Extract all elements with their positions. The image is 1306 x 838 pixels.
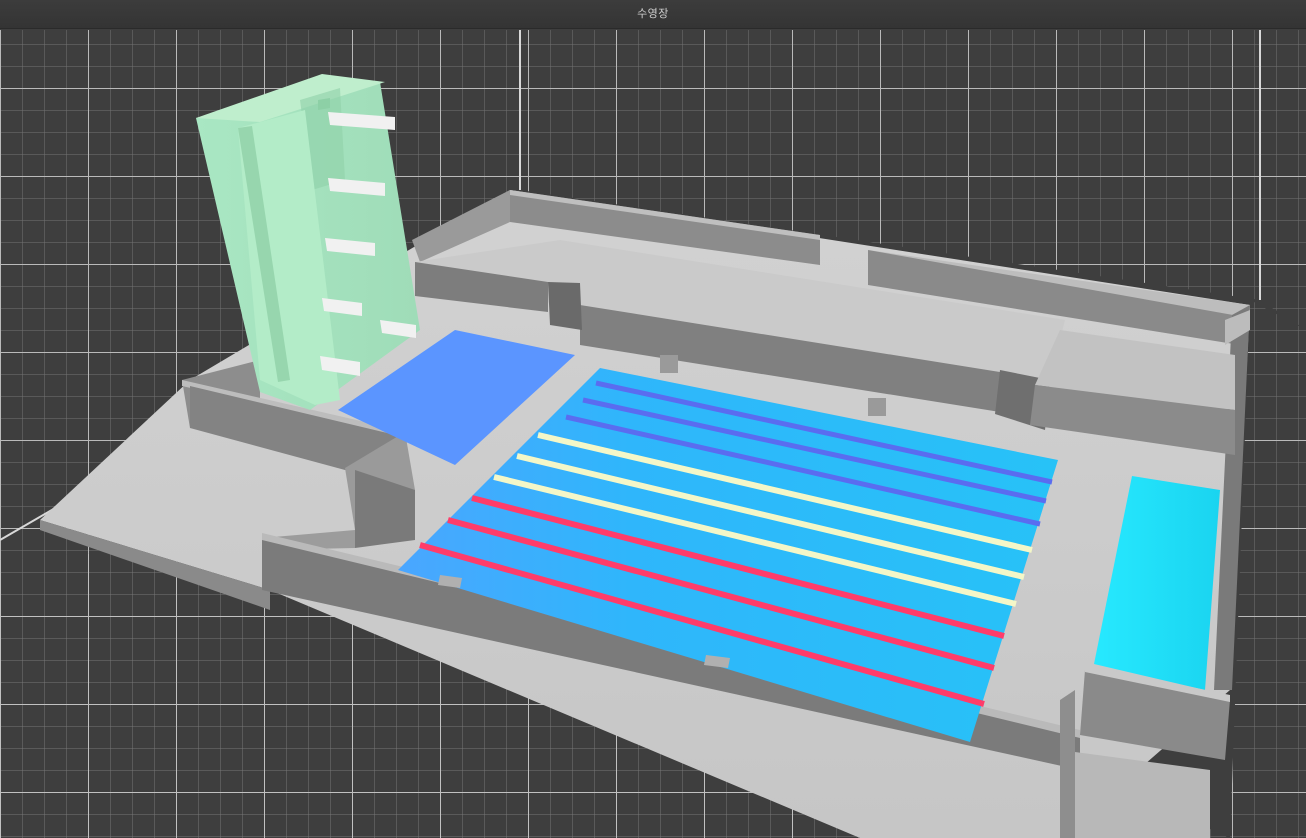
starting-block[interactable] (868, 398, 886, 416)
window-title: 수영장 (637, 7, 669, 20)
starting-block[interactable] (660, 355, 678, 373)
app-window: 수영장 (0, 0, 1306, 838)
scene-canvas[interactable] (0, 28, 1306, 838)
3d-viewport[interactable] (0, 28, 1306, 838)
title-bar[interactable]: 수영장 (0, 0, 1306, 29)
